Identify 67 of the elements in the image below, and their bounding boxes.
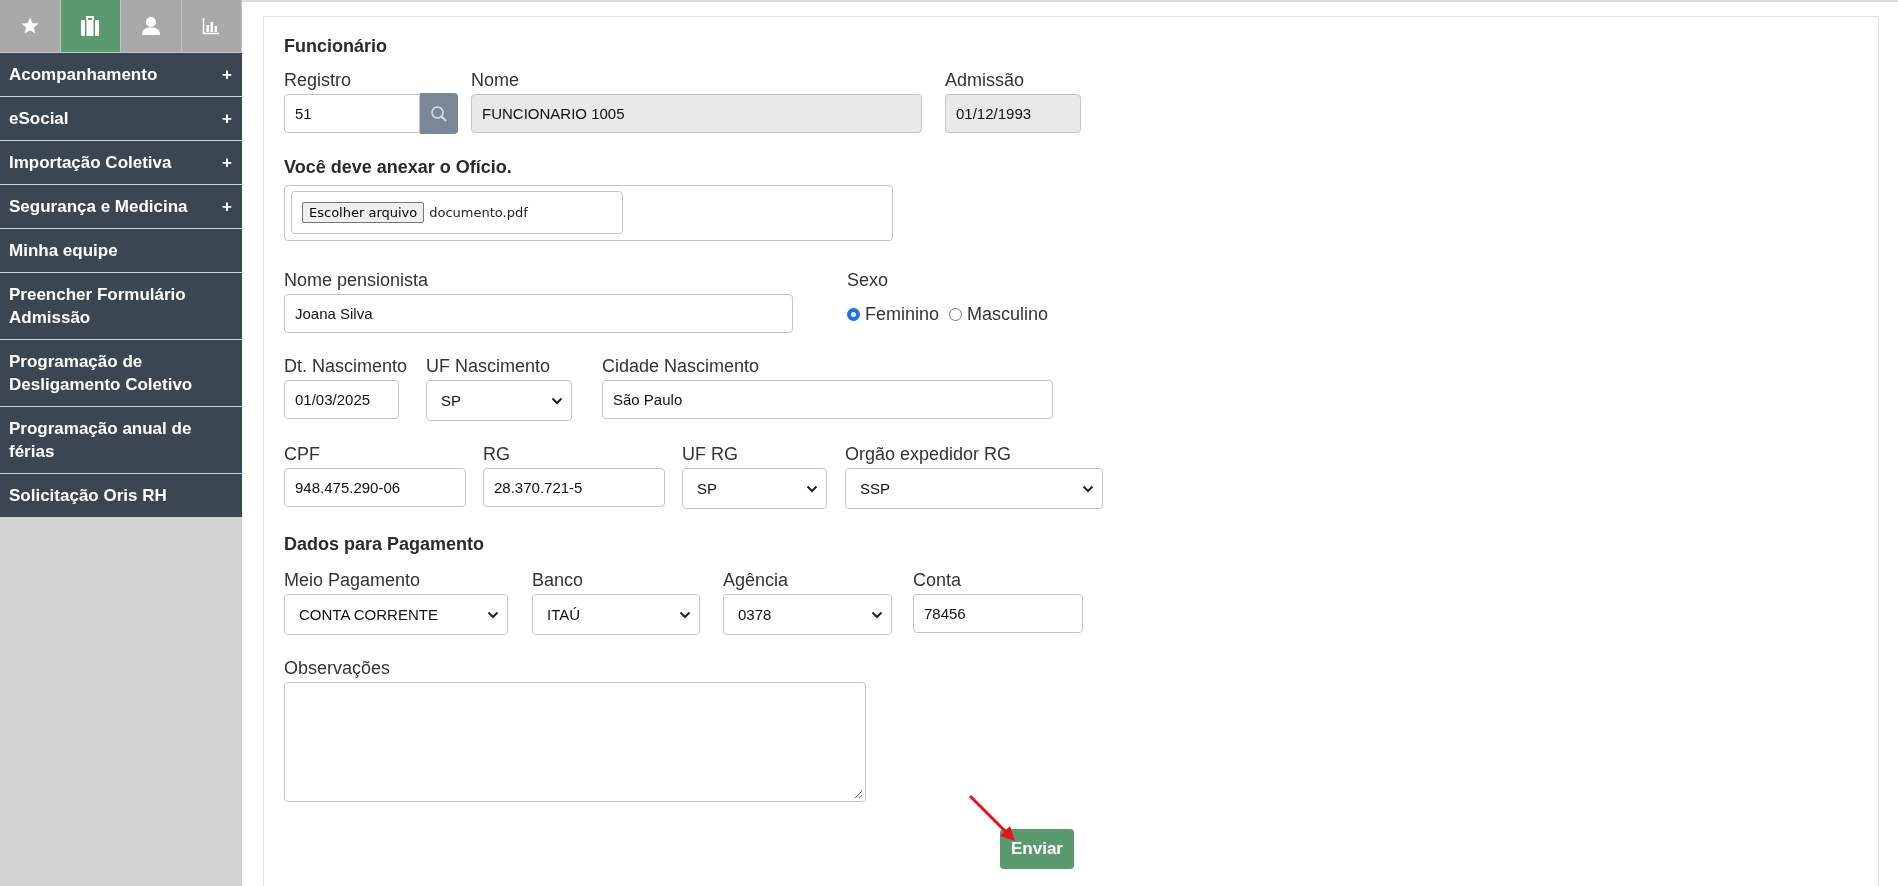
menu-item[interactable]: Solicitação Oris RH: [0, 474, 242, 518]
field-label: UF RG: [682, 443, 739, 465]
text-area[interactable]: [284, 682, 866, 802]
select-field[interactable]: CONTA CORRENTE: [284, 594, 508, 635]
file-input[interactable]: Escolher arquivo documento.pdf: [291, 191, 623, 234]
field-label: Registro: [284, 69, 353, 91]
field-label: Nome: [471, 69, 520, 91]
field-label: Dt. Nascimento: [284, 355, 409, 377]
field-label: Nome pensionista: [284, 269, 430, 291]
menu-item[interactable]: Programação anual de férias: [0, 407, 242, 474]
menu-item[interactable]: Preencher Formulário Admissão: [0, 273, 242, 340]
search-button[interactable]: [420, 93, 458, 134]
field-label: CPF: [284, 443, 321, 465]
field-label: RG: [483, 443, 511, 465]
input-field[interactable]: Joana Silva: [284, 294, 793, 333]
field-label: Banco: [532, 569, 585, 591]
readonly-field: FUNCIONARIO 1005: [471, 94, 922, 133]
chevron-icon: [806, 484, 818, 493]
resize-grip-icon: [854, 790, 863, 799]
sidebar-tab[interactable]: [181, 0, 242, 52]
chevron-icon: [1082, 484, 1094, 493]
field-label: Cidade Nascimento: [602, 355, 761, 377]
annotation-arrow: [968, 794, 1018, 844]
input-field[interactable]: São Paulo: [602, 380, 1053, 419]
input-field[interactable]: 78456: [913, 594, 1083, 633]
sidebar-tab[interactable]: [0, 0, 61, 52]
chevron-icon: [871, 610, 883, 619]
select-field[interactable]: 0378: [723, 594, 892, 635]
field-label: Observações: [284, 657, 392, 679]
field-label: Agência: [723, 569, 790, 591]
field-label: Admissão: [945, 69, 1026, 91]
menu-item[interactable]: Minha equipe: [0, 229, 242, 273]
readonly-field: 01/12/1993: [945, 94, 1081, 133]
select-field[interactable]: SSP: [845, 468, 1103, 509]
sidebar-tab[interactable]: [121, 0, 182, 52]
section-heading: Dados para Pagamento: [284, 533, 486, 555]
chevron-icon: [487, 610, 499, 619]
bar-chart-icon: [202, 17, 221, 35]
menu-item[interactable]: eSocial +: [0, 97, 242, 141]
file-name: documento.pdf: [429, 205, 528, 220]
choose-file-button[interactable]: Escolher arquivo: [302, 202, 425, 223]
select-field[interactable]: SP: [682, 468, 827, 509]
input-field[interactable]: 28.370.721-5: [483, 468, 665, 507]
chevron-icon: [551, 396, 563, 405]
field-label: Conta: [913, 569, 963, 591]
radio-option[interactable]: Masculino: [949, 304, 1049, 325]
search-icon: [430, 104, 448, 123]
input-field[interactable]: 948.475.290-06: [284, 468, 466, 507]
menu-item[interactable]: Importação Coletiva +: [0, 141, 242, 185]
input-field[interactable]: 51: [284, 94, 420, 133]
field-label: UF Nascimento: [426, 355, 552, 377]
input-field[interactable]: 01/03/2025: [284, 380, 399, 419]
radio-option[interactable]: Feminino: [847, 304, 940, 325]
select-field[interactable]: ITAÚ: [532, 594, 700, 635]
menu-item[interactable]: Acompanhamento +: [0, 53, 242, 97]
section-heading: Funcionário: [284, 35, 388, 57]
chevron-icon: [679, 610, 691, 619]
menu-item[interactable]: Programação de Desligamento Coletivo: [0, 340, 242, 407]
field-label: Meio Pagamento: [284, 569, 422, 591]
briefcase-icon: [80, 15, 101, 37]
person-icon: [140, 16, 161, 36]
field-label: Orgão expedidor RG: [845, 443, 1013, 465]
select-field[interactable]: SP: [426, 380, 572, 421]
field-label: Sexo: [847, 269, 890, 291]
menu-item[interactable]: Segurança e Medicina +: [0, 185, 242, 229]
sidebar-tab[interactable]: [60, 0, 121, 52]
section-heading: Você deve anexar o Ofício.: [284, 156, 513, 178]
